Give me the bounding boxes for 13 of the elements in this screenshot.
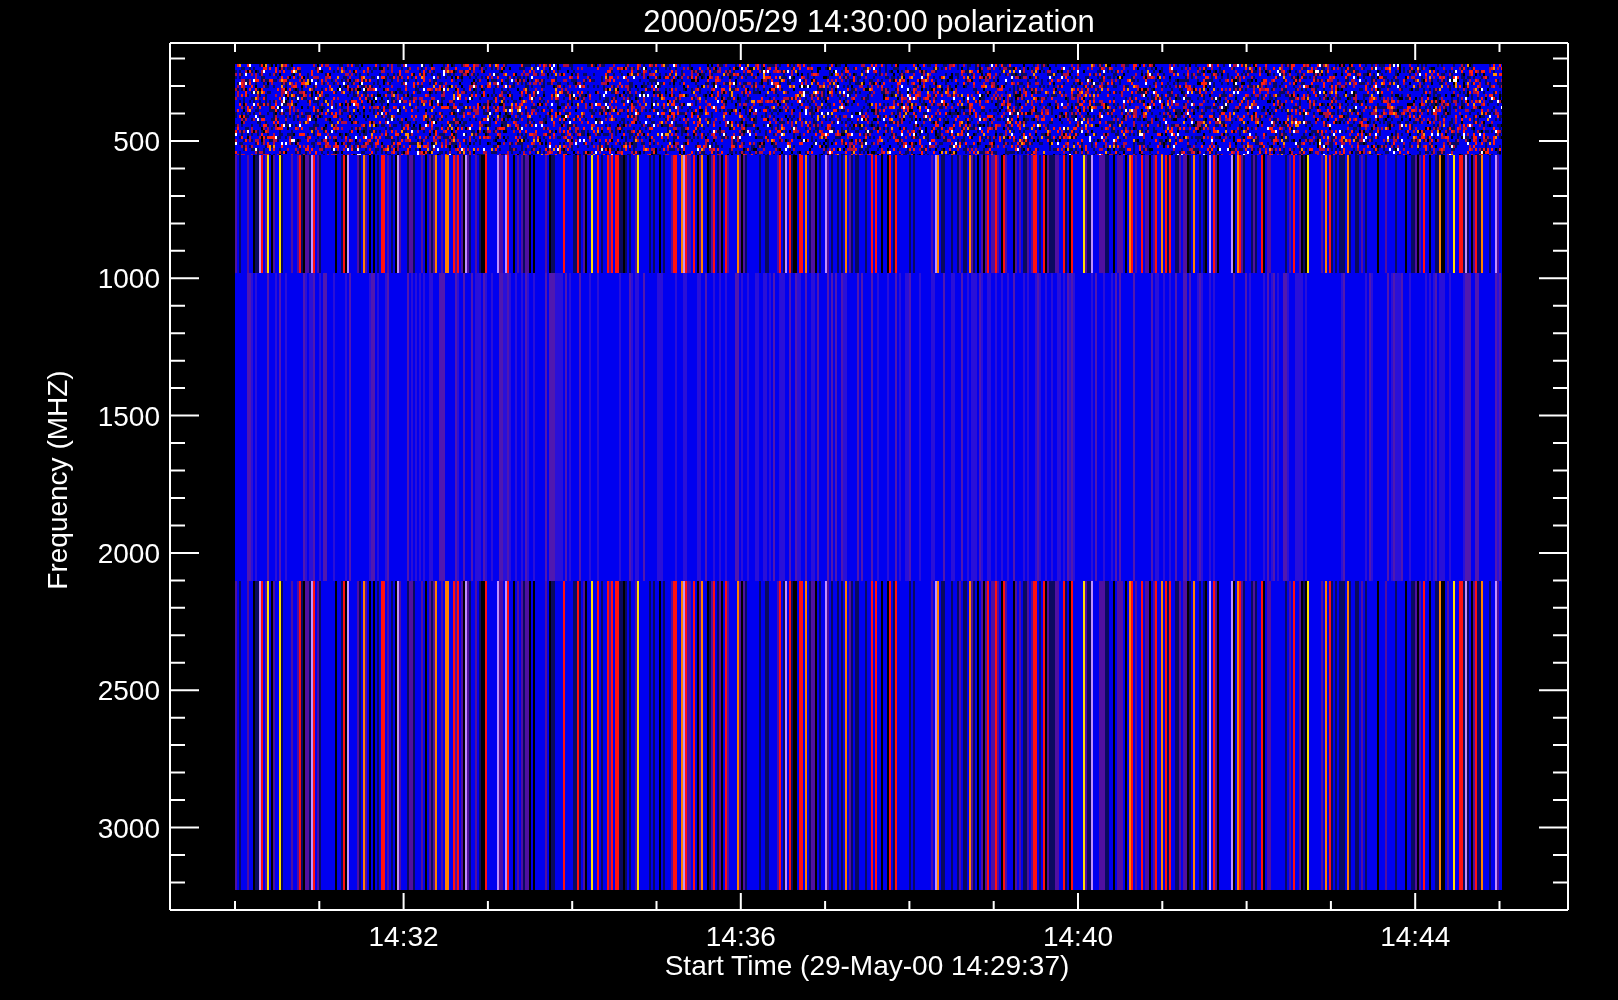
- x-tick-label: 14:36: [705, 921, 776, 952]
- x-tick-label: 14:44: [1380, 921, 1451, 952]
- x-tick-label: 14:40: [1042, 921, 1114, 952]
- y-axis-label: Frequency (MHZ): [42, 370, 73, 590]
- y-tick-label: 3000: [97, 812, 160, 844]
- x-axis-label: Start Time (29-May-00 14:29:37): [664, 950, 1070, 981]
- y-tick-label: 500: [113, 126, 160, 157]
- y-tick-label: 2500: [97, 675, 160, 707]
- x-tick-label: 14:32: [368, 921, 439, 952]
- y-tick-label: 1000: [97, 263, 160, 295]
- y-tick-label: 1500: [97, 400, 160, 432]
- y-tick-label: 2000: [97, 537, 160, 569]
- chart-title: 2000/05/29 14:30:00 polarization: [643, 4, 1095, 39]
